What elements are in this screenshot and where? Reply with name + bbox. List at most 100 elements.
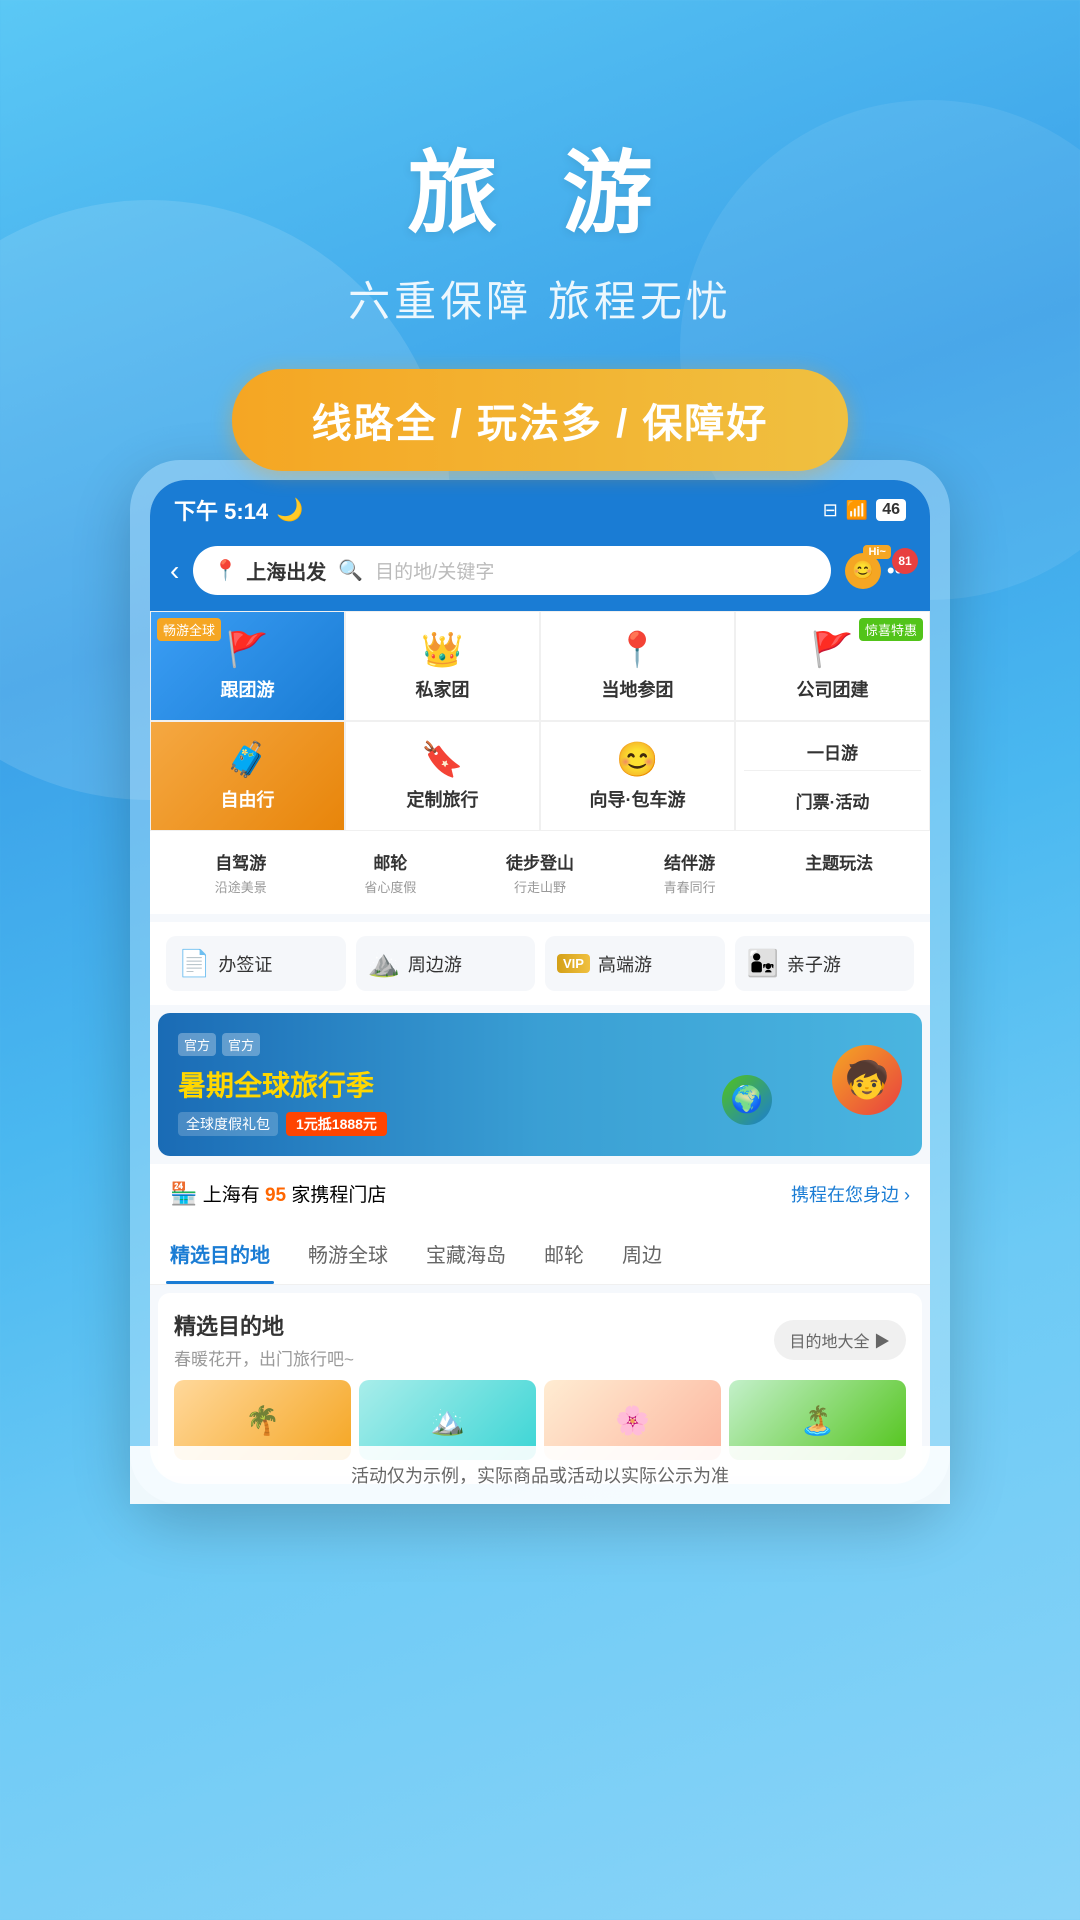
- section-header: 精选目的地 春暖花开，出门旅行吧~ 目的地大全 ▶: [174, 1309, 906, 1370]
- free-travel-label: 自由行: [221, 786, 275, 812]
- store-prefix: 上海有: [203, 1185, 260, 1206]
- group-tour-label: 跟团游: [221, 676, 275, 702]
- phone-content: 畅游全球 🚩 跟团游 👑 私家团 📍 当地参团 惊喜特惠 🚩 公司团建: [150, 611, 930, 1476]
- private-tour-icon: 👑: [421, 630, 463, 670]
- custom-travel-icon: 🔖: [421, 740, 463, 780]
- banner-tag1: 官方: [178, 1033, 216, 1056]
- category-grid-row1: 畅游全球 🚩 跟团游 👑 私家团 📍 当地参团 惊喜特惠 🚩 公司团建: [150, 611, 930, 721]
- banner-title: 暑期全球旅行季: [178, 1064, 387, 1104]
- family-icon: 👨‍👧: [747, 948, 779, 979]
- day-trip-label: 一日游: [807, 739, 858, 764]
- banner-content: 官方 官方 暑期全球旅行季 全球度假礼包 1元抵1888元: [178, 1033, 387, 1136]
- section-header-text: 精选目的地 春暖花开，出门旅行吧~: [174, 1309, 354, 1370]
- private-tour-label: 私家团: [416, 676, 470, 702]
- banner-promo-text: 1元抵1888元: [286, 1112, 387, 1136]
- custom-travel-label: 定制旅行: [407, 786, 479, 812]
- hiking-desc: 行走山野: [514, 877, 566, 896]
- phone-screen: 下午 5:14 🌙 ⊟ 📶 46 ‹ 📍 上海出发 🔍 目的地/关键字: [150, 480, 930, 1484]
- vip-icon: VIP: [557, 954, 590, 973]
- grid-cell-private-tour[interactable]: 👑 私家团: [345, 611, 540, 721]
- avatar-wrapper[interactable]: 😊 Hi~: [845, 553, 881, 589]
- nearby-icon: ⛰️: [368, 948, 400, 979]
- self-drive-label: 自驾游: [215, 849, 266, 874]
- family-label: 亲子游: [787, 951, 841, 977]
- tab-island[interactable]: 宝藏海岛: [422, 1223, 510, 1284]
- search-origin: 上海出发: [246, 556, 326, 585]
- tab-featured[interactable]: 精选目的地: [166, 1223, 274, 1284]
- promo-banner[interactable]: 官方 官方 暑期全球旅行季 全球度假礼包 1元抵1888元 🧒 🌍: [158, 1013, 922, 1156]
- nearby-label: 周边游: [408, 951, 462, 977]
- see-all-button[interactable]: 目的地大全 ▶: [774, 1320, 906, 1360]
- qa-visa[interactable]: 📄 办签证: [166, 936, 346, 991]
- store-icon: 🏪: [170, 1181, 197, 1206]
- grid-cell-free-travel[interactable]: 🧳 自由行: [150, 721, 345, 831]
- destination-tabs: 精选目的地 畅游全球 宝藏海岛 邮轮 周边: [150, 1223, 930, 1285]
- group-tour-icon: 🚩: [226, 630, 268, 670]
- tab-global[interactable]: 畅游全球: [304, 1223, 392, 1284]
- search-placeholder: 目的地/关键字: [375, 557, 494, 584]
- guide-tour-label: 向导·包车游: [590, 786, 686, 812]
- location-pin-icon: 📍: [213, 558, 238, 583]
- hero-badge[interactable]: 线路全 / 玩法多 / 保障好: [232, 369, 849, 471]
- local-tour-label: 当地参团: [602, 676, 674, 702]
- notification-count: 81: [892, 548, 918, 574]
- tab-cruise[interactable]: 邮轮: [540, 1223, 588, 1284]
- qa-luxury[interactable]: VIP 高端游: [545, 936, 725, 991]
- hero-title: 旅 游: [0, 120, 1080, 250]
- sub-cat-companion[interactable]: 结伴游 青春同行: [615, 841, 765, 904]
- companion-label: 结伴游: [664, 849, 715, 874]
- grid-cell-local-tour[interactable]: 📍 当地参团: [540, 611, 735, 721]
- user-area: 😊 Hi~ ••• 81: [845, 553, 910, 589]
- visa-label: 办签证: [218, 951, 272, 977]
- disclaimer-text: 活动仅为示例，实际商品或活动以实际公示为准: [351, 1466, 729, 1484]
- cruise-desc: 省心度假: [364, 877, 416, 896]
- grid-cell-group-tour[interactable]: 畅游全球 🚩 跟团游: [150, 611, 345, 721]
- qa-family[interactable]: 👨‍👧 亲子游: [735, 936, 915, 991]
- banner-tags: 官方 官方: [178, 1033, 387, 1056]
- theme-label: 主题玩法: [805, 849, 873, 874]
- sub-categories: 自驾游 沿途美景 邮轮 省心度假 徒步登山 行走山野 结伴游 青春同行 主题玩法: [150, 831, 930, 914]
- banner-illustration: 🧒 🌍: [722, 1045, 902, 1125]
- hero-section: 旅 游 六重保障 旅程无忧 线路全 / 玩法多 / 保障好: [0, 0, 1080, 511]
- store-suffix: 家携程门店: [291, 1185, 386, 1206]
- sub-cat-cruise[interactable]: 邮轮 省心度假: [316, 841, 466, 904]
- grid-cell-split[interactable]: 一日游 门票·活动: [735, 721, 930, 831]
- section-title: 精选目的地: [174, 1309, 354, 1341]
- search-bar: ‹ 📍 上海出发 🔍 目的地/关键字 😊 Hi~ ••• 81: [150, 536, 930, 611]
- store-text: 🏪 上海有 95 家携程门店: [170, 1180, 386, 1207]
- local-tour-icon: 📍: [616, 630, 658, 670]
- company-tour-label: 公司团建: [797, 676, 869, 702]
- company-tour-icon: 🚩: [811, 630, 853, 670]
- hiking-label: 徒步登山: [506, 849, 574, 874]
- ticket-activity-label: 门票·活动: [796, 788, 870, 813]
- store-info: 🏪 上海有 95 家携程门店 携程在您身边 ›: [150, 1164, 930, 1223]
- sub-cat-hiking[interactable]: 徒步登山 行走山野: [465, 841, 615, 904]
- group-tour-tag: 畅游全球: [157, 618, 221, 641]
- search-divider: 🔍: [338, 558, 363, 583]
- hi-badge: Hi~: [863, 545, 890, 559]
- tab-nearby[interactable]: 周边: [618, 1223, 666, 1284]
- quick-access: 📄 办签证 ⛰️ 周边游 VIP 高端游 👨‍👧 亲子游: [150, 922, 930, 1005]
- store-count: 95: [265, 1185, 286, 1206]
- grid-cell-company-tour[interactable]: 惊喜特惠 🚩 公司团建: [735, 611, 930, 721]
- store-link[interactable]: 携程在您身边 ›: [791, 1181, 910, 1207]
- banner-promo: 全球度假礼包 1元抵1888元: [178, 1112, 387, 1136]
- search-input[interactable]: 📍 上海出发 🔍 目的地/关键字: [193, 546, 831, 595]
- phone-mockup: 下午 5:14 🌙 ⊟ 📶 46 ‹ 📍 上海出发 🔍 目的地/关键字: [130, 460, 950, 1504]
- notification-wrapper[interactable]: ••• 81: [887, 558, 910, 584]
- grid-cell-custom-travel[interactable]: 🔖 定制旅行: [345, 721, 540, 831]
- guide-tour-icon: 😊: [616, 740, 658, 780]
- luxury-label: 高端游: [598, 951, 652, 977]
- grid-cell-guide-tour[interactable]: 😊 向导·包车游: [540, 721, 735, 831]
- visa-icon: 📄: [178, 948, 210, 979]
- back-button[interactable]: ‹: [170, 555, 179, 587]
- qa-nearby[interactable]: ⛰️ 周边游: [356, 936, 536, 991]
- banner-subtitle: 全球度假礼包: [178, 1112, 278, 1136]
- sub-cat-theme[interactable]: 主题玩法: [764, 841, 914, 904]
- hero-subtitle: 六重保障 旅程无忧: [0, 268, 1080, 329]
- sub-cat-self-drive[interactable]: 自驾游 沿途美景: [166, 841, 316, 904]
- company-tour-tag: 惊喜特惠: [859, 618, 923, 641]
- disclaimer: 活动仅为示例，实际商品或活动以实际公示为准: [150, 1446, 930, 1484]
- cruise-label: 邮轮: [373, 849, 407, 874]
- companion-desc: 青春同行: [664, 877, 716, 896]
